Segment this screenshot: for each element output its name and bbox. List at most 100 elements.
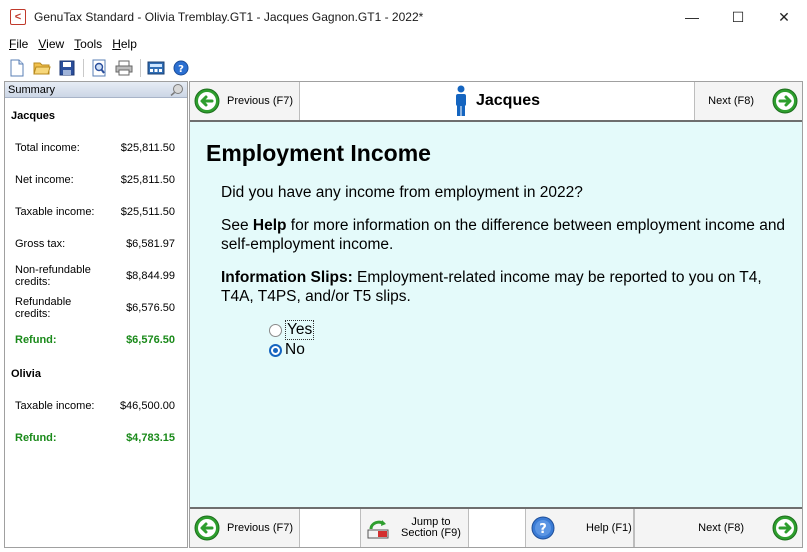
help-post: for more information on the difference b… xyxy=(221,217,786,253)
summary-label: Refund: xyxy=(15,334,57,346)
maximize-button[interactable]: ☐ xyxy=(715,0,761,34)
previous-button[interactable]: Previous (F7) xyxy=(190,82,300,120)
person-name: Jacques xyxy=(475,92,541,109)
next-label: Next (F8) xyxy=(708,95,754,107)
toolbar: ? xyxy=(0,56,807,80)
sidebar-person-jacques: Jacques xyxy=(11,110,56,122)
summary-label-line1: Non-refundable xyxy=(15,264,91,276)
help-pre: See xyxy=(221,217,253,234)
pin-icon[interactable] xyxy=(170,83,184,96)
question-content: Employment Income Did you have any incom… xyxy=(206,140,796,360)
jump-section-icon xyxy=(367,520,389,539)
summary-value: $46,500.00 xyxy=(119,400,175,412)
menu-tools-label: ools xyxy=(80,37,103,51)
bottom-navigation-bar: Previous (F7) Jump to Section (F9) ? Help… xyxy=(190,507,802,547)
page-title: Employment Income xyxy=(206,140,431,166)
svg-text:?: ? xyxy=(178,64,184,75)
summary-row-refund: Refund: $6,576.50 xyxy=(5,324,187,356)
svg-text:?: ? xyxy=(539,522,547,537)
summary-label: Taxable income: xyxy=(15,400,95,412)
help-label: Help (F1) xyxy=(586,522,632,534)
menu-view[interactable]: View xyxy=(33,37,69,51)
main-panel: Previous (F7) Jacques Next (F8) Employme… xyxy=(189,81,803,548)
print-preview-icon[interactable] xyxy=(88,57,110,79)
summary-label: Non-refundable credits: xyxy=(15,264,91,288)
help-button[interactable]: ? Help (F1) xyxy=(525,509,634,547)
summary-row-non-refundable-credits: Non-refundable credits: $8,844.99 xyxy=(5,260,187,292)
question-text: Did you have any income from employment … xyxy=(221,184,583,201)
calculator-icon[interactable] xyxy=(145,57,167,79)
summary-row-refund: Refund: $4,783.15 xyxy=(5,422,187,454)
summary-row-taxable-income: Taxable income: $46,500.00 xyxy=(5,390,187,422)
summary-label: Net income: xyxy=(15,174,74,186)
menu-help-label: elp xyxy=(120,37,137,51)
summary-value: $8,844.99 xyxy=(126,270,175,282)
jump-label-line2: Section (F9) xyxy=(401,527,461,539)
footer-next-button[interactable]: Next (F8) xyxy=(634,509,802,547)
summary-value: $4,783.15 xyxy=(126,432,175,444)
footer-previous-button[interactable]: Previous (F7) xyxy=(190,509,300,547)
summary-value: $6,581.97 xyxy=(126,238,175,250)
option-no[interactable]: No xyxy=(269,340,796,360)
radio-no[interactable] xyxy=(269,343,282,357)
help-paragraph: See Help for more information on the dif… xyxy=(221,216,796,254)
sidebar-person-olivia: Olivia xyxy=(11,368,41,380)
menu-file[interactable]: File xyxy=(4,37,33,51)
summary-label: Taxable income: xyxy=(15,206,95,218)
help-icon[interactable]: ? xyxy=(170,57,192,79)
summary-label: Refundable credits: xyxy=(15,296,71,320)
arrow-left-icon xyxy=(194,88,220,114)
menu-help-mnemonic: H xyxy=(112,37,121,51)
close-button[interactable]: ✕ xyxy=(761,0,807,34)
option-no-label[interactable]: No xyxy=(285,341,305,359)
menu-view-mnemonic: V xyxy=(38,37,47,51)
footer-next-label: Next (F8) xyxy=(698,522,744,534)
summary-label-line2: credits: xyxy=(15,276,51,288)
sidebar-header: Summary xyxy=(5,82,187,98)
menu-file-label: ile xyxy=(16,37,29,51)
app-logo-icon: < xyxy=(10,9,26,25)
jump-to-section-button[interactable]: Jump to Section (F9) xyxy=(360,509,469,547)
menu-view-label: iew xyxy=(46,37,65,51)
summary-sidebar: Summary Jacques Total income: $25,811.50… xyxy=(4,81,188,548)
slips-paragraph: Information Slips: Employment-related in… xyxy=(221,268,796,306)
next-button[interactable]: Next (F8) xyxy=(694,82,802,120)
summary-value: $25,811.50 xyxy=(120,142,175,154)
arrow-right-icon xyxy=(772,515,798,541)
arrow-right-icon xyxy=(772,88,798,114)
help-icon: ? xyxy=(531,516,555,540)
new-document-icon[interactable] xyxy=(6,57,28,79)
sidebar-title: Summary xyxy=(8,83,56,96)
print-icon[interactable] xyxy=(113,57,135,79)
summary-label-line2: credits: xyxy=(15,308,51,320)
option-yes[interactable]: Yes xyxy=(269,320,796,340)
summary-row-taxable-income: Taxable income: $25,511.50 xyxy=(5,196,187,228)
previous-label: Previous (F7) xyxy=(227,95,294,107)
save-disk-icon[interactable] xyxy=(56,57,78,79)
radio-yes[interactable] xyxy=(269,323,282,337)
slips-bold: Information Slips: xyxy=(221,269,353,286)
person-icon xyxy=(455,85,466,116)
option-yes-label[interactable]: Yes xyxy=(285,320,315,340)
menu-help[interactable]: Help xyxy=(107,37,142,51)
summary-value: $6,576.50 xyxy=(126,334,175,346)
summary-value: $25,511.50 xyxy=(120,206,175,218)
help-bold: Help xyxy=(252,217,287,234)
toolbar-separator xyxy=(140,59,141,77)
footer-previous-label: Previous (F7) xyxy=(227,522,294,534)
summary-label-line1: Refundable xyxy=(15,296,72,308)
window-controls: — ☐ ✕ xyxy=(669,0,807,34)
open-folder-icon[interactable] xyxy=(31,57,53,79)
summary-row-gross-tax: Gross tax: $6,581.97 xyxy=(5,228,187,260)
summary-row-total-income: Total income: $25,811.50 xyxy=(5,132,187,164)
summary-label: Refund: xyxy=(15,432,57,444)
menu-bar: File View Tools Help xyxy=(0,34,807,54)
minimize-button[interactable]: — xyxy=(669,0,715,34)
window-title: GenuTax Standard - Olivia Tremblay.GT1 -… xyxy=(34,10,424,24)
current-person-indicator: Jacques xyxy=(300,82,694,120)
arrow-left-icon xyxy=(194,515,220,541)
title-bar: < GenuTax Standard - Olivia Tremblay.GT1… xyxy=(0,0,807,34)
summary-value: $25,811.50 xyxy=(120,174,175,186)
summary-value: $6,576.50 xyxy=(126,302,175,314)
menu-tools[interactable]: Tools xyxy=(69,37,107,51)
